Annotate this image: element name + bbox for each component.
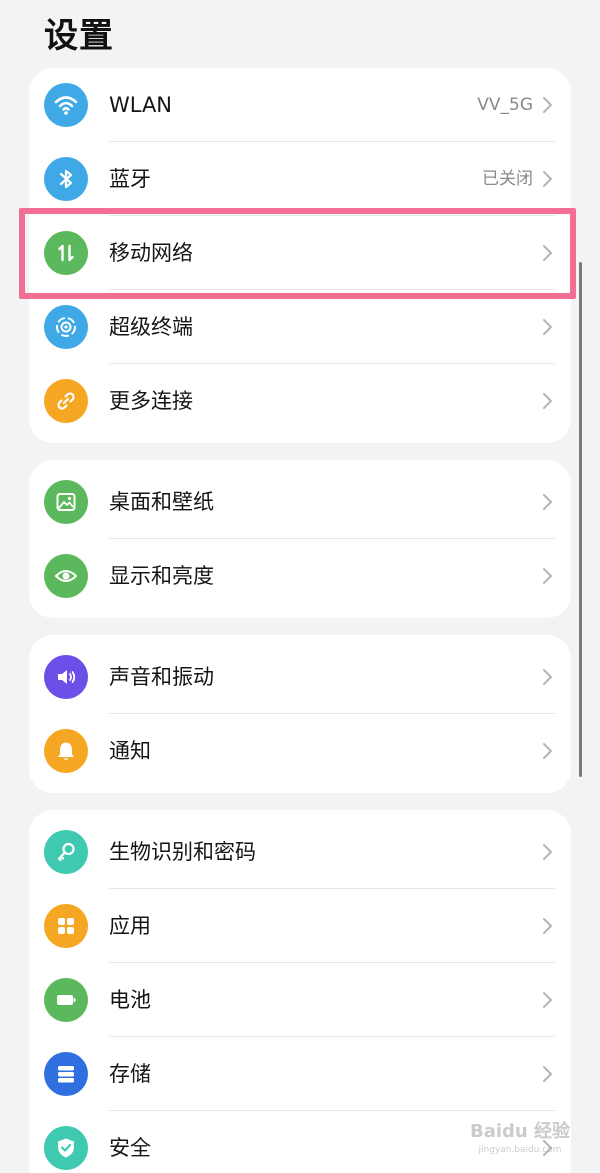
item-label: 生物识别和密码 <box>109 840 256 864</box>
settings-item-wallpaper[interactable]: 桌面和壁纸 <box>29 465 571 539</box>
chevron-right-icon <box>541 566 555 586</box>
chevron-right-icon <box>541 169 555 189</box>
chevron-right-icon <box>541 741 555 761</box>
chevron-right-icon <box>541 842 555 862</box>
settings-item-notifications[interactable]: 通知 <box>29 714 571 788</box>
settings-item-apps[interactable]: 应用 <box>29 889 571 963</box>
item-label: 电池 <box>109 988 151 1012</box>
chevron-right-icon <box>541 243 555 263</box>
settings-item-biometrics[interactable]: 生物识别和密码 <box>29 815 571 889</box>
wallpaper-icon <box>44 480 88 524</box>
display-card: 桌面和壁纸 显示和亮度 <box>29 460 571 618</box>
chevron-right-icon <box>541 95 555 115</box>
sound-notification-card: 声音和振动 通知 <box>29 635 571 793</box>
item-label: 更多连接 <box>109 389 193 413</box>
settings-item-super-device[interactable]: 超级终端 <box>29 290 571 364</box>
item-label: 通知 <box>109 739 151 763</box>
speaker-icon <box>44 655 88 699</box>
chevron-right-icon <box>541 667 555 687</box>
item-value: VV_5G <box>477 95 533 115</box>
mobile-data-icon <box>44 231 88 275</box>
item-label: 超级终端 <box>109 315 193 339</box>
settings-item-mobile-network[interactable]: 移动网络 <box>29 216 571 290</box>
bell-icon <box>44 729 88 773</box>
item-label: 显示和亮度 <box>109 564 214 588</box>
watermark-text: Baidu 经验 <box>469 1121 570 1142</box>
scrollbar[interactable] <box>579 262 582 777</box>
page-title: 设置 <box>44 16 114 56</box>
super-device-icon <box>44 305 88 349</box>
item-label: 声音和振动 <box>109 665 214 689</box>
bluetooth-icon <box>44 157 88 201</box>
chevron-right-icon <box>541 916 555 936</box>
item-label: 移动网络 <box>109 241 193 265</box>
item-label: 蓝牙 <box>109 167 151 191</box>
battery-icon <box>44 978 88 1022</box>
settings-item-sound[interactable]: 声音和振动 <box>29 640 571 714</box>
eye-icon <box>44 554 88 598</box>
settings-item-bluetooth[interactable]: 蓝牙 已关闭 <box>29 142 571 216</box>
connections-card: WLAN VV_5G 蓝牙 已关闭 移动网络 超级终端 更多连接 <box>29 68 571 443</box>
item-label: 桌面和壁纸 <box>109 490 214 514</box>
item-value: 已关闭 <box>482 169 533 189</box>
shield-check-icon <box>44 1126 88 1170</box>
watermark: Baidu 经验 jingyan.baidu.com <box>470 1117 570 1155</box>
chevron-right-icon <box>541 492 555 512</box>
wifi-icon <box>44 83 88 127</box>
settings-item-more-connections[interactable]: 更多连接 <box>29 364 571 438</box>
settings-item-display[interactable]: 显示和亮度 <box>29 539 571 613</box>
apps-icon <box>44 904 88 948</box>
chevron-right-icon <box>541 1064 555 1084</box>
link-icon <box>44 379 88 423</box>
chevron-right-icon <box>541 990 555 1010</box>
settings-screen: 设置 WLAN VV_5G 蓝牙 已关闭 移动网络 超级终端 更多连接 桌面和壁… <box>0 0 600 1173</box>
settings-item-battery[interactable]: 电池 <box>29 963 571 1037</box>
chevron-right-icon <box>541 317 555 337</box>
item-label: 应用 <box>109 914 151 938</box>
watermark-sub: jingyan.baidu.com <box>478 1145 562 1155</box>
item-label: WLAN <box>109 93 173 117</box>
item-label: 存储 <box>109 1062 151 1086</box>
settings-item-storage[interactable]: 存储 <box>29 1037 571 1111</box>
settings-item-wlan[interactable]: WLAN VV_5G <box>29 68 571 142</box>
chevron-right-icon <box>541 391 555 411</box>
item-label: 安全 <box>109 1136 151 1160</box>
storage-icon <box>44 1052 88 1096</box>
key-icon <box>44 830 88 874</box>
